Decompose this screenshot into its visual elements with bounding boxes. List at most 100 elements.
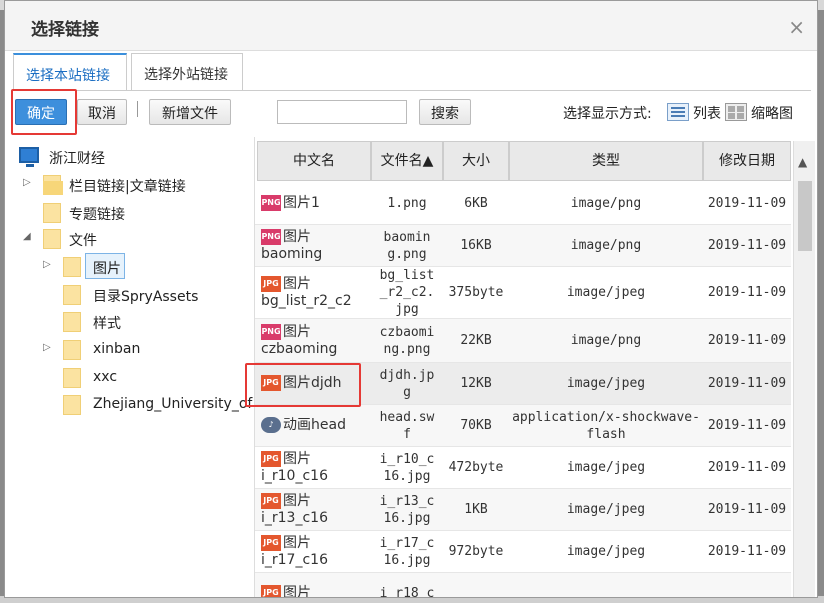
table-row[interactable]: PNG 图片1 1.png 6KB image/png 2019-11-09 <box>255 183 791 225</box>
column-header-modified[interactable]: 修改日期 <box>703 141 791 181</box>
cell-chinese-name: PNG 图片 baoming <box>255 225 371 266</box>
highlight-box-confirm <box>11 89 77 135</box>
tree-item-label: 栏目链接|文章链接 <box>69 179 186 195</box>
expand-arrow-icon[interactable]: ▷ <box>43 342 51 353</box>
cell-modified: 2019-11-09 <box>707 460 787 475</box>
cell-type: image/jpeg <box>566 460 646 475</box>
cell-chinese-name: JPG 图片 i_r17_c16 <box>255 531 371 572</box>
table-row[interactable]: ♪ 动画head head.sw f 70KB application/x-shockw… <box>255 405 791 447</box>
tree-root-label: 浙江财经 <box>49 151 105 167</box>
column-header-type[interactable]: 类型 <box>509 141 703 181</box>
new-file-button[interactable]: 新增文件 <box>149 99 231 125</box>
png-icon: PNG <box>261 228 281 245</box>
cell-modified: 2019-11-09 <box>707 376 787 391</box>
folder-icon <box>43 229 61 249</box>
cell-modified: 2019-11-09 <box>707 502 787 517</box>
cell-modified: 2019-11-09 <box>707 544 787 559</box>
name-text: 图片1 <box>283 195 320 211</box>
cell-size: 16KB <box>460 238 492 253</box>
table-row[interactable]: PNG 图片 baoming baomin g.png 16KB image/png 201… <box>255 225 791 267</box>
folder-icon <box>63 257 81 277</box>
jpg-icon: JPG <box>261 534 281 551</box>
name-text: 图片 <box>283 534 311 551</box>
cell-type: image/png <box>570 196 642 211</box>
expand-arrow-icon[interactable]: ▷ <box>23 177 31 188</box>
cell-type: image/jpeg <box>566 544 646 559</box>
thumbnail-view-label[interactable]: 缩略图 <box>751 103 793 123</box>
table-scrollbar[interactable]: ▲ <box>793 141 815 597</box>
column-header-name[interactable]: 中文名 <box>257 141 371 181</box>
name-text: 图片 <box>283 323 311 340</box>
tree-item-label: 专题链接 <box>69 207 125 223</box>
cell-modified: 2019-11-09 <box>707 238 787 253</box>
table-row[interactable]: JPG 图片 bg_list_r2_c2 bg_list _r2_c2. jpg 375… <box>255 267 791 319</box>
cell-size: 375byte <box>448 285 504 300</box>
cell-modified: 2019-11-09 <box>707 418 787 433</box>
tab-external-link[interactable]: 选择外站链接 <box>131 53 243 91</box>
list-view-icon[interactable] <box>667 103 689 121</box>
cell-modified: 2019-11-09 <box>707 285 787 300</box>
jpg-icon: JPG <box>261 492 281 509</box>
name-text: 图片 <box>283 275 311 292</box>
dialog-titlebar: 选择链接 × <box>5 1 817 51</box>
name-text-line2: i_r10_c16 <box>261 467 328 484</box>
tree-item-label: 文件 <box>69 233 97 249</box>
cell-filename: i_r10_c 16.jpg <box>379 451 435 484</box>
cell-chinese-name: JPG 图片 bg_list_r2_c2 <box>255 267 371 318</box>
table-row[interactable]: JPG 图片 i r18 c <box>255 573 791 598</box>
swf-icon: ♪ <box>261 417 281 433</box>
thumbnail-view-icon[interactable] <box>725 103 747 121</box>
name-text-line2: bg_list_r2_c2 <box>261 292 352 309</box>
select-link-dialog: 选择链接 × 选择本站链接 选择外站链接 确定 取消 新增文件 搜索 选择显示方… <box>4 0 818 598</box>
cell-size: 22KB <box>460 333 492 348</box>
dialog-title: 选择链接 <box>31 20 99 40</box>
cell-chinese-name: JPG 图片 <box>255 573 371 597</box>
name-text-line2: baoming <box>261 245 323 262</box>
folder-tree: 浙江财经 ▷ 栏目链接|文章链接 专题链接 ◢ 文件 ▷ 图片 目录SpryAs… <box>13 137 253 597</box>
collapse-arrow-icon[interactable]: ◢ <box>23 231 31 242</box>
png-icon: PNG <box>261 195 281 211</box>
list-view-label[interactable]: 列表 <box>693 103 721 123</box>
cell-size: 972byte <box>448 544 504 559</box>
column-header-filename[interactable]: 文件名▲ <box>371 141 443 181</box>
cell-size <box>443 573 509 597</box>
cell-type: image/png <box>570 238 642 253</box>
monitor-icon <box>19 147 39 167</box>
folder-icon <box>63 285 81 305</box>
table-row[interactable]: JPG 图片 i_r10_c16 i_r10_c 16.jpg 472byte image… <box>255 447 791 489</box>
cell-chinese-name: JPG 图片 i_r13_c16 <box>255 489 371 530</box>
jpg-icon: JPG <box>261 450 281 467</box>
tab-local-link[interactable]: 选择本站链接 <box>13 53 127 91</box>
expand-arrow-icon[interactable]: ▷ <box>43 259 51 270</box>
table-row[interactable]: PNG 图片 czbaoming czbaomi ng.png 22KB image/pn… <box>255 319 791 363</box>
cell-type: image/jpeg <box>566 285 646 300</box>
cell-type: application/x-shockwave- flash <box>512 409 700 442</box>
scroll-thumb[interactable] <box>798 181 812 251</box>
table-row[interactable]: JPG 图片 i_r17_c16 i_r17_c 16.jpg 972byte image… <box>255 531 791 573</box>
cell-size: 472byte <box>448 460 504 475</box>
cell-filename: i r18 c <box>379 586 435 598</box>
tab-divider <box>13 90 811 91</box>
cell-size: 12KB <box>460 376 492 391</box>
folder-open-icon <box>43 175 63 195</box>
scroll-up-icon[interactable]: ▲ <box>798 155 807 169</box>
column-header-size[interactable]: 大小 <box>443 141 509 181</box>
view-mode-label: 选择显示方式: <box>563 106 652 122</box>
table-row[interactable]: JPG 图片 i_r13_c16 i_r13_c 16.jpg 1KB image/jpe… <box>255 489 791 531</box>
cell-filename: i_r17_c 16.jpg <box>379 535 435 568</box>
cell-size: 6KB <box>464 196 488 211</box>
search-button[interactable]: 搜索 <box>419 99 471 125</box>
cancel-button[interactable]: 取消 <box>77 99 127 125</box>
jpg-icon: JPG <box>261 585 281 597</box>
cell-type <box>509 573 703 597</box>
cell-type: image/jpeg <box>566 376 646 391</box>
close-icon[interactable]: × <box>788 15 805 39</box>
png-icon: PNG <box>261 323 281 340</box>
search-input[interactable] <box>277 100 407 124</box>
name-text: 图片 <box>283 492 311 509</box>
cell-modified: 2019-11-09 <box>707 333 787 348</box>
jpg-icon: JPG <box>261 275 281 292</box>
name-text: 图片 <box>283 450 311 467</box>
cell-filename: head.sw f <box>379 409 435 442</box>
name-text-line2: i_r13_c16 <box>261 509 328 526</box>
